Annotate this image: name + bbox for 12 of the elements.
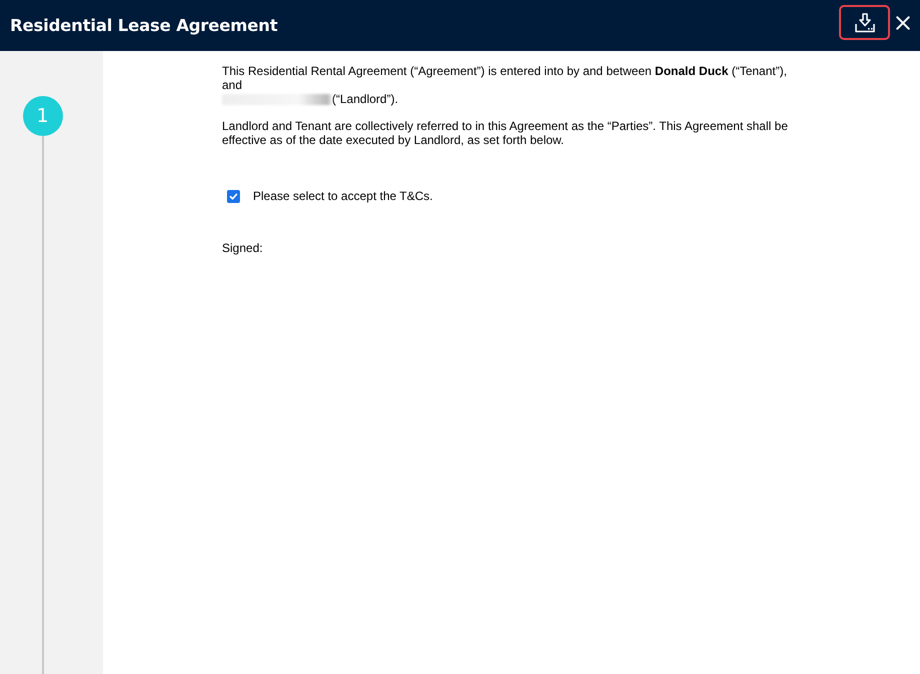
- close-button[interactable]: [896, 16, 910, 30]
- step-indicator[interactable]: 1: [22, 96, 62, 136]
- landlord-label: (“Landlord”).: [332, 92, 398, 106]
- signed-label: Signed:: [222, 241, 264, 255]
- accept-checkbox[interactable]: [227, 190, 240, 202]
- close-icon: [896, 16, 910, 30]
- parties-paragraph: Landlord and Tenant are collectively referred to in this Agreement as the “Parties”. This Agreement shall be effective as of the date executed by Landlord, as set forth below.: [222, 119, 789, 147]
- window-title: Residential Lease Agreement: [10, 16, 278, 35]
- download-icon: [854, 12, 876, 32]
- accept-label: Please select to accept the T&Cs.: [253, 189, 433, 203]
- agreement-intro-text: This Residential Rental Agreement (“Agreement”) is entered into by and between Donald Duck (“Tenant”), and: [222, 64, 788, 92]
- download-button[interactable]: [839, 5, 890, 40]
